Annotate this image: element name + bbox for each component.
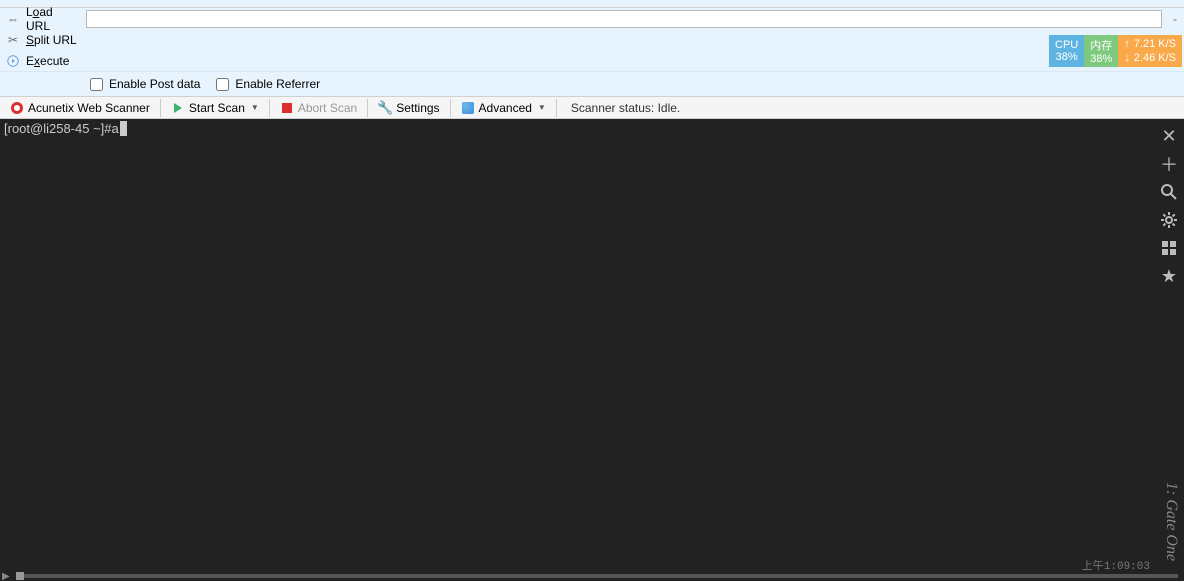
terminal[interactable]: [root@li258-45 ~]# a ✕ ＋ ★ 1: Gate One 上… bbox=[0, 119, 1184, 581]
load-url-button[interactable]: ⇔ Load URL bbox=[0, 8, 86, 29]
playback-track[interactable] bbox=[16, 574, 1178, 578]
referrer-input[interactable] bbox=[216, 78, 229, 91]
separator bbox=[367, 99, 368, 117]
terminal-tab-label: 1: Gate One bbox=[1162, 482, 1180, 561]
advanced-button[interactable]: Advanced ▼ bbox=[455, 98, 552, 118]
cpu-label: CPU bbox=[1055, 39, 1078, 51]
close-icon[interactable]: ✕ bbox=[1158, 125, 1180, 147]
net-up-value: 7.21 K/S bbox=[1134, 37, 1176, 51]
search-icon[interactable] bbox=[1158, 181, 1180, 203]
terminal-typed: a bbox=[112, 121, 119, 136]
execute-label: Execute bbox=[26, 54, 69, 68]
separator bbox=[450, 99, 451, 117]
start-scan-button[interactable]: Start Scan ▼ bbox=[165, 98, 265, 118]
play-icon bbox=[171, 101, 185, 115]
enable-referrer-checkbox[interactable]: Enable Referrer bbox=[216, 77, 320, 91]
scanner-toolbar: Acunetix Web Scanner Start Scan ▼ Abort … bbox=[0, 96, 1184, 119]
settings-label: Settings bbox=[396, 101, 439, 115]
terminal-prompt: [root@li258-45 ~]# bbox=[4, 121, 112, 136]
memory-monitor: 内存 38% bbox=[1084, 35, 1118, 67]
separator bbox=[556, 99, 557, 117]
chevron-down-icon: ▼ bbox=[538, 103, 546, 112]
separator bbox=[269, 99, 270, 117]
terminal-sidebar: ✕ ＋ ★ bbox=[1158, 125, 1180, 287]
link-icon: ⇔ bbox=[6, 12, 20, 26]
system-monitor: CPU 38% 内存 38% 7.21 K/S 2.46 K/S bbox=[1049, 35, 1182, 67]
options-row: Enable Post data Enable Referrer bbox=[0, 71, 1184, 96]
cpu-monitor: CPU 38% bbox=[1049, 35, 1084, 67]
post-data-input[interactable] bbox=[90, 78, 103, 91]
memory-label: 内存 bbox=[1090, 37, 1112, 53]
acunetix-label: Acunetix Web Scanner bbox=[28, 101, 150, 115]
settings-button[interactable]: 🔧 Settings bbox=[372, 98, 445, 118]
status-value: Idle. bbox=[658, 101, 681, 115]
grid-icon[interactable] bbox=[1158, 237, 1180, 259]
wrench-icon: 🔧 bbox=[378, 101, 392, 115]
advanced-icon bbox=[461, 101, 475, 115]
advanced-label: Advanced bbox=[479, 101, 532, 115]
terminal-line: [root@li258-45 ~]# a bbox=[0, 119, 1184, 138]
status-label: Scanner status: bbox=[571, 101, 654, 115]
separator bbox=[160, 99, 161, 117]
split-url-button[interactable]: ✂ Split URL bbox=[0, 29, 86, 50]
abort-scan-label: Abort Scan bbox=[298, 101, 357, 115]
stop-icon bbox=[280, 101, 294, 115]
play-circle-icon bbox=[6, 55, 20, 67]
scanner-status: Scanner status: Idle. bbox=[561, 101, 680, 115]
abort-scan-button: Abort Scan bbox=[274, 98, 363, 118]
url-input-wrapper bbox=[86, 8, 1166, 71]
network-monitor: 7.21 K/S 2.46 K/S bbox=[1118, 35, 1182, 67]
star-icon[interactable]: ★ bbox=[1158, 265, 1180, 287]
playback-handle[interactable] bbox=[16, 572, 24, 580]
scissors-icon: ✂ bbox=[6, 33, 20, 47]
playback-play-icon[interactable]: ▶ bbox=[0, 571, 12, 582]
memory-percent: 38% bbox=[1090, 53, 1112, 65]
chevron-down-icon: ▼ bbox=[251, 103, 259, 112]
top-strip bbox=[0, 0, 1184, 8]
url-buttons-column: ⇔ Load URL ✂ Split URL Execute bbox=[0, 8, 86, 71]
terminal-playback-bar: ▶ bbox=[0, 571, 1184, 581]
cpu-percent: 38% bbox=[1056, 51, 1078, 63]
acunetix-brand[interactable]: Acunetix Web Scanner bbox=[4, 98, 156, 118]
terminal-cursor bbox=[120, 121, 127, 136]
split-url-label: Split URL bbox=[26, 33, 77, 47]
arrow-down-icon bbox=[1124, 51, 1130, 65]
referrer-label: Enable Referrer bbox=[235, 77, 320, 91]
post-data-label: Enable Post data bbox=[109, 77, 200, 91]
plus-icon[interactable]: ＋ bbox=[1158, 153, 1180, 175]
execute-button[interactable]: Execute bbox=[0, 50, 86, 71]
url-input[interactable] bbox=[86, 10, 1162, 28]
load-url-label: Load URL bbox=[26, 5, 80, 33]
acunetix-icon bbox=[10, 101, 24, 115]
enable-post-data-checkbox[interactable]: Enable Post data bbox=[90, 77, 200, 91]
gear-icon[interactable] bbox=[1158, 209, 1180, 231]
net-down-value: 2.46 K/S bbox=[1134, 51, 1176, 65]
url-tools-section: ⇔ Load URL ✂ Split URL Execute - bbox=[0, 8, 1184, 71]
arrow-up-icon bbox=[1124, 37, 1130, 51]
start-scan-label: Start Scan bbox=[189, 101, 245, 115]
